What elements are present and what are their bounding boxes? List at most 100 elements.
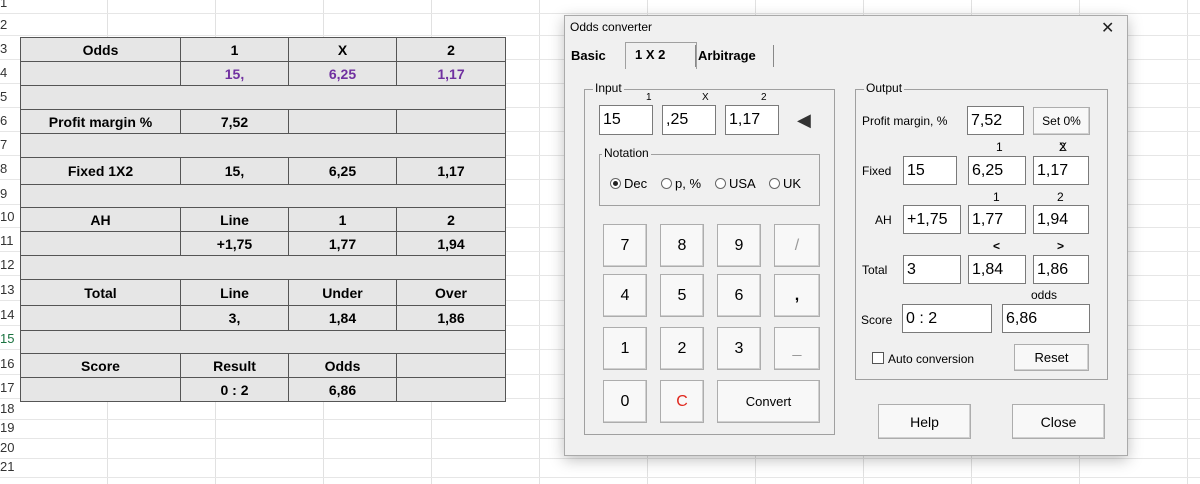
key-9[interactable]: 9 [717, 224, 761, 267]
row-number[interactable]: 10 [0, 208, 18, 226]
ah-output-line[interactable]: +1,75 [903, 205, 961, 234]
profit-margin-label[interactable]: Profit margin % [20, 109, 181, 134]
fixed-value-x[interactable]: 6,25 [288, 157, 397, 185]
fixed-value-1[interactable]: 15, [180, 157, 289, 185]
row-number[interactable]: 1 [0, 0, 18, 12]
row-number[interactable]: 4 [0, 64, 18, 82]
score-header-result[interactable]: Result [180, 353, 289, 378]
row-number[interactable]: 19 [0, 419, 18, 437]
auto-conversion-checkbox[interactable]: Auto conversion [872, 351, 974, 366]
key-comma[interactable]: , [774, 274, 820, 317]
key-6[interactable]: 6 [717, 274, 761, 317]
total-value-line[interactable]: 3, [180, 305, 289, 331]
total-header-line[interactable]: Line [180, 279, 289, 306]
row-number[interactable]: 14 [0, 306, 18, 324]
ah-value-line[interactable]: +1,75 [180, 231, 289, 256]
score-output[interactable]: 0 : 2 [902, 304, 992, 333]
empty-cell[interactable] [396, 353, 506, 378]
total-value-over[interactable]: 1,86 [396, 305, 506, 331]
odds-header-1[interactable]: 1 [180, 37, 289, 62]
fixed-output-1[interactable]: 15 [903, 156, 957, 185]
key-clear[interactable]: C [660, 380, 704, 423]
spacer-row-9[interactable] [20, 184, 506, 208]
spacer-row-7[interactable] [20, 133, 506, 158]
key-underscore[interactable]: _ [774, 327, 820, 370]
profit-margin-output[interactable]: 7,52 [967, 106, 1024, 135]
row-number[interactable]: 3 [0, 40, 18, 58]
ah-label[interactable]: AH [20, 207, 181, 232]
empty-cell[interactable] [396, 109, 506, 134]
ah-output-2[interactable]: 1,94 [1033, 205, 1089, 234]
ah-header-line[interactable]: Line [180, 207, 289, 232]
row-number[interactable]: 9 [0, 185, 18, 203]
key-8[interactable]: 8 [660, 224, 704, 267]
ah-output-1[interactable]: 1,77 [968, 205, 1026, 234]
ah-header-2[interactable]: 2 [396, 207, 506, 232]
spacer-row-12[interactable] [20, 255, 506, 280]
help-button[interactable]: Help [878, 404, 971, 439]
odds-header-2[interactable]: 2 [396, 37, 506, 62]
empty-cell[interactable] [288, 109, 397, 134]
tab-1x2[interactable]: 1 X 2 [635, 47, 665, 62]
row-number[interactable]: 15 [0, 330, 18, 348]
fixed-output-2[interactable]: 1,17 [1033, 156, 1089, 185]
key-2[interactable]: 2 [660, 327, 704, 370]
row-number[interactable]: 21 [0, 458, 18, 476]
empty-cell[interactable] [20, 305, 181, 331]
score-header-odds[interactable]: Odds [288, 353, 397, 378]
odds-value-1[interactable]: 15, [180, 61, 289, 86]
odds-value-2[interactable]: 1,17 [396, 61, 506, 86]
key-3[interactable]: 3 [717, 327, 761, 370]
reset-button[interactable]: Reset [1014, 344, 1089, 371]
total-value-under[interactable]: 1,84 [288, 305, 397, 331]
odds-header-label[interactable]: Odds [20, 37, 181, 62]
row-number[interactable]: 5 [0, 88, 18, 106]
radio-dec[interactable]: Dec [610, 176, 647, 191]
arrow-left-icon[interactable]: ◀ [797, 110, 811, 131]
odds-header-x[interactable]: X [288, 37, 397, 62]
total-output-under[interactable]: 1,84 [968, 255, 1026, 284]
row-number[interactable]: 17 [0, 379, 18, 397]
empty-cell[interactable] [20, 231, 181, 256]
input-odds-1[interactable]: 15 [599, 105, 653, 135]
radio-usa[interactable]: USA [715, 176, 756, 191]
empty-cell[interactable] [20, 377, 181, 402]
key-1[interactable]: 1 [603, 327, 647, 370]
total-output-over[interactable]: 1,86 [1033, 255, 1089, 284]
total-header-under[interactable]: Under [288, 279, 397, 306]
set-0-percent-button[interactable]: Set 0% [1033, 107, 1090, 135]
key-slash[interactable]: / [774, 224, 820, 267]
score-label[interactable]: Score [20, 353, 181, 378]
total-output-line[interactable]: 3 [903, 255, 961, 284]
profit-margin-value[interactable]: 7,52 [180, 109, 289, 134]
tab-basic[interactable]: Basic [571, 48, 606, 63]
convert-button[interactable]: Convert [717, 380, 820, 423]
key-0[interactable]: 0 [603, 380, 647, 423]
row-number[interactable]: 2 [0, 16, 18, 34]
close-icon[interactable]: ✕ [1101, 18, 1114, 38]
odds-values-label[interactable] [20, 61, 181, 86]
row-number[interactable]: 13 [0, 281, 18, 299]
row-number[interactable]: 20 [0, 439, 18, 457]
key-5[interactable]: 5 [660, 274, 704, 317]
spacer-row-15[interactable] [20, 330, 506, 354]
radio-uk[interactable]: UK [769, 176, 801, 191]
input-odds-x[interactable]: ,25 [662, 105, 716, 135]
row-number[interactable]: 11 [0, 232, 18, 250]
ah-value-2[interactable]: 1,94 [396, 231, 506, 256]
row-number[interactable]: 6 [0, 112, 18, 130]
fixed-label[interactable]: Fixed 1X2 [20, 157, 181, 185]
empty-cell[interactable] [396, 377, 506, 402]
ah-value-1[interactable]: 1,77 [288, 231, 397, 256]
row-number[interactable]: 12 [0, 256, 18, 274]
score-odds-value[interactable]: 6,86 [288, 377, 397, 402]
spacer-row-5[interactable] [20, 85, 506, 110]
row-number[interactable]: 18 [0, 400, 18, 418]
key-4[interactable]: 4 [603, 274, 647, 317]
fixed-output-x[interactable]: 6,25 [968, 156, 1026, 185]
total-label[interactable]: Total [20, 279, 181, 306]
tab-arbitrage[interactable]: Arbitrage [698, 48, 756, 63]
row-number[interactable]: 8 [0, 160, 18, 178]
key-7[interactable]: 7 [603, 224, 647, 267]
score-result-value[interactable]: 0 : 2 [180, 377, 289, 402]
